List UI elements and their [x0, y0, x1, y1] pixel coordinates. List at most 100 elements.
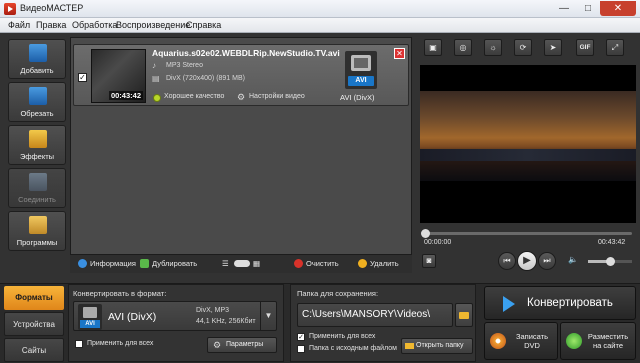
seek-handle[interactable]: [421, 229, 430, 238]
add-label: Добавить: [20, 66, 54, 75]
menu-edit[interactable]: Правка: [36, 20, 66, 30]
minimize-button[interactable]: —: [552, 1, 576, 16]
window-title: ВидеоМАСТЕР: [20, 3, 84, 13]
file-item[interactable]: ✓ 00:43:42 Aquarius.s02e02.WEBDLRip.NewS…: [73, 44, 409, 106]
menu-file[interactable]: Файл: [8, 20, 30, 30]
format-spec-codec: DivX, MP3: [196, 307, 230, 314]
convert-button[interactable]: Конвертировать: [484, 286, 636, 320]
file-audio-info: MP3 Stereo: [166, 62, 203, 69]
rotate-icon[interactable]: ⟳: [514, 39, 532, 56]
info-button[interactable]: Информация: [90, 259, 136, 268]
burn-dvd-button[interactable]: Записать DVD: [484, 322, 558, 360]
tab-sites[interactable]: Сайты: [4, 338, 64, 362]
menu-bar: Файл Правка Обработка Воспроизведение Сп…: [0, 18, 640, 33]
title-bar: ВидеоМАСТЕР — □ ✕: [0, 0, 640, 18]
source-folder-label: Папка с исходным файлом: [309, 345, 397, 352]
dvd-disc-icon: [490, 333, 506, 349]
view-grid-icon[interactable]: ▦: [253, 259, 260, 268]
main-window: Добавить Обрезать Эффекты Соединить Прог…: [0, 33, 640, 363]
close-button[interactable]: ✕: [600, 1, 636, 16]
audio-icon: ♪: [152, 61, 156, 70]
quality-label[interactable]: Хорошее качество: [164, 93, 224, 100]
snapshot-icon[interactable]: ◙: [422, 254, 436, 268]
effects-icon: [29, 130, 47, 148]
programs-button[interactable]: Программы: [8, 211, 66, 251]
time-current: 00:00:00: [424, 239, 452, 246]
video-settings-link[interactable]: Настройки видео: [249, 93, 305, 100]
format-spec-audio: 44,1 KHz, 256Кбит: [196, 318, 256, 325]
chevron-down-icon[interactable]: ▼: [260, 302, 276, 330]
fullscreen-icon[interactable]: ⤢: [606, 39, 624, 56]
format-name: AVI (DivX): [108, 311, 157, 323]
open-folder-button[interactable]: Открыть папку: [401, 338, 473, 354]
menu-processing[interactable]: Обработка: [72, 20, 117, 30]
folder-icon: [405, 343, 414, 349]
apply-all-format-label: Применить для всех: [87, 340, 154, 347]
gear-icon[interactable]: ⚙: [237, 92, 245, 103]
join-label: Соединить: [18, 195, 56, 204]
speed-icon[interactable]: ➤: [544, 39, 562, 56]
brightness-icon[interactable]: ☼: [484, 39, 502, 56]
convert-label: Конвертировать: [527, 297, 613, 309]
view-list-icon[interactable]: ☰: [222, 259, 230, 268]
play-button[interactable]: ▶: [517, 251, 537, 271]
convert-arrow-icon: [503, 296, 515, 312]
video-frame: [420, 91, 636, 181]
tool-panel: Добавить Обрезать Эффекты Соединить Прог…: [4, 37, 68, 277]
duplicate-icon: [140, 259, 149, 268]
list-toolbar: Информация Дублировать ☰ ▦ Очистить Удал…: [70, 255, 412, 273]
apply-all-format-checkbox[interactable]: [75, 340, 83, 348]
app-logo-icon: [4, 3, 16, 15]
effects-button[interactable]: Эффекты: [8, 125, 66, 165]
add-button[interactable]: Добавить: [8, 39, 66, 79]
add-film-icon: [29, 44, 47, 62]
prev-frame-button[interactable]: ⏮: [498, 252, 516, 270]
delete-icon: [358, 259, 367, 268]
view-toggle[interactable]: [234, 260, 250, 267]
volume-icon[interactable]: 🔈: [564, 252, 582, 270]
stabilize-icon[interactable]: ◎: [454, 39, 472, 56]
file-list[interactable]: ✓ 00:43:42 Aquarius.s02e02.WEBDLRip.NewS…: [70, 37, 412, 255]
seek-bar[interactable]: [421, 229, 632, 238]
burn-dvd-label: Записать DVD: [515, 332, 549, 350]
source-folder-checkbox[interactable]: [297, 345, 305, 353]
menu-help[interactable]: Справка: [186, 20, 221, 30]
volume-handle[interactable]: [606, 257, 615, 266]
parameters-button[interactable]: ⚙ Параметры: [207, 337, 277, 353]
video-screen[interactable]: [420, 65, 636, 223]
clear-icon: [294, 259, 303, 268]
publish-button[interactable]: Разместить на сайте: [560, 322, 636, 360]
time-total: 00:43:42: [598, 239, 626, 246]
browse-folder-icon[interactable]: [455, 303, 473, 327]
next-frame-button[interactable]: ⏭: [538, 252, 556, 270]
duplicate-button[interactable]: Дублировать: [152, 259, 197, 268]
tab-devices[interactable]: Устройства: [4, 312, 64, 336]
convert-format-label: Конвертировать в формат:: [73, 289, 167, 298]
format-tag: AVI: [348, 76, 374, 86]
apply-all-save-checkbox[interactable]: ✓: [297, 333, 305, 341]
film-icon: [83, 307, 97, 318]
cut-label: Обрезать: [20, 109, 54, 118]
file-format-badge[interactable]: AVI: [345, 51, 377, 89]
info-icon: [78, 259, 87, 268]
remove-file-button[interactable]: ✕: [394, 48, 405, 59]
gif-icon[interactable]: GIF: [576, 39, 594, 56]
upload-icon: [566, 333, 582, 349]
file-checkbox[interactable]: ✓: [78, 73, 87, 82]
delete-button[interactable]: Удалить: [370, 259, 399, 268]
file-name: Aquarius.s02e02.WEBDLRip.NewStudio.TV.av…: [152, 48, 340, 58]
cut-button[interactable]: Обрезать: [8, 82, 66, 122]
crop-icon[interactable]: ▣: [424, 39, 442, 56]
volume-slider[interactable]: [588, 257, 632, 266]
save-folder-label: Папка для сохранения:: [297, 289, 379, 298]
menu-playback[interactable]: Воспроизведение: [116, 20, 190, 30]
gear-icon: ⚙: [213, 340, 222, 350]
format-select[interactable]: AVI AVI (DivX) DivX, MP3 44,1 KHz, 256Кб…: [73, 301, 277, 331]
join-button[interactable]: Соединить: [8, 168, 66, 208]
save-path-field[interactable]: C:\Users\MANSORY\Videos\: [297, 303, 453, 327]
file-thumbnail: 00:43:42: [91, 49, 146, 103]
clear-button[interactable]: Очистить: [306, 259, 339, 268]
format-icon: AVI: [78, 304, 102, 330]
tab-formats[interactable]: Форматы: [4, 286, 64, 310]
maximize-button[interactable]: □: [576, 1, 600, 16]
